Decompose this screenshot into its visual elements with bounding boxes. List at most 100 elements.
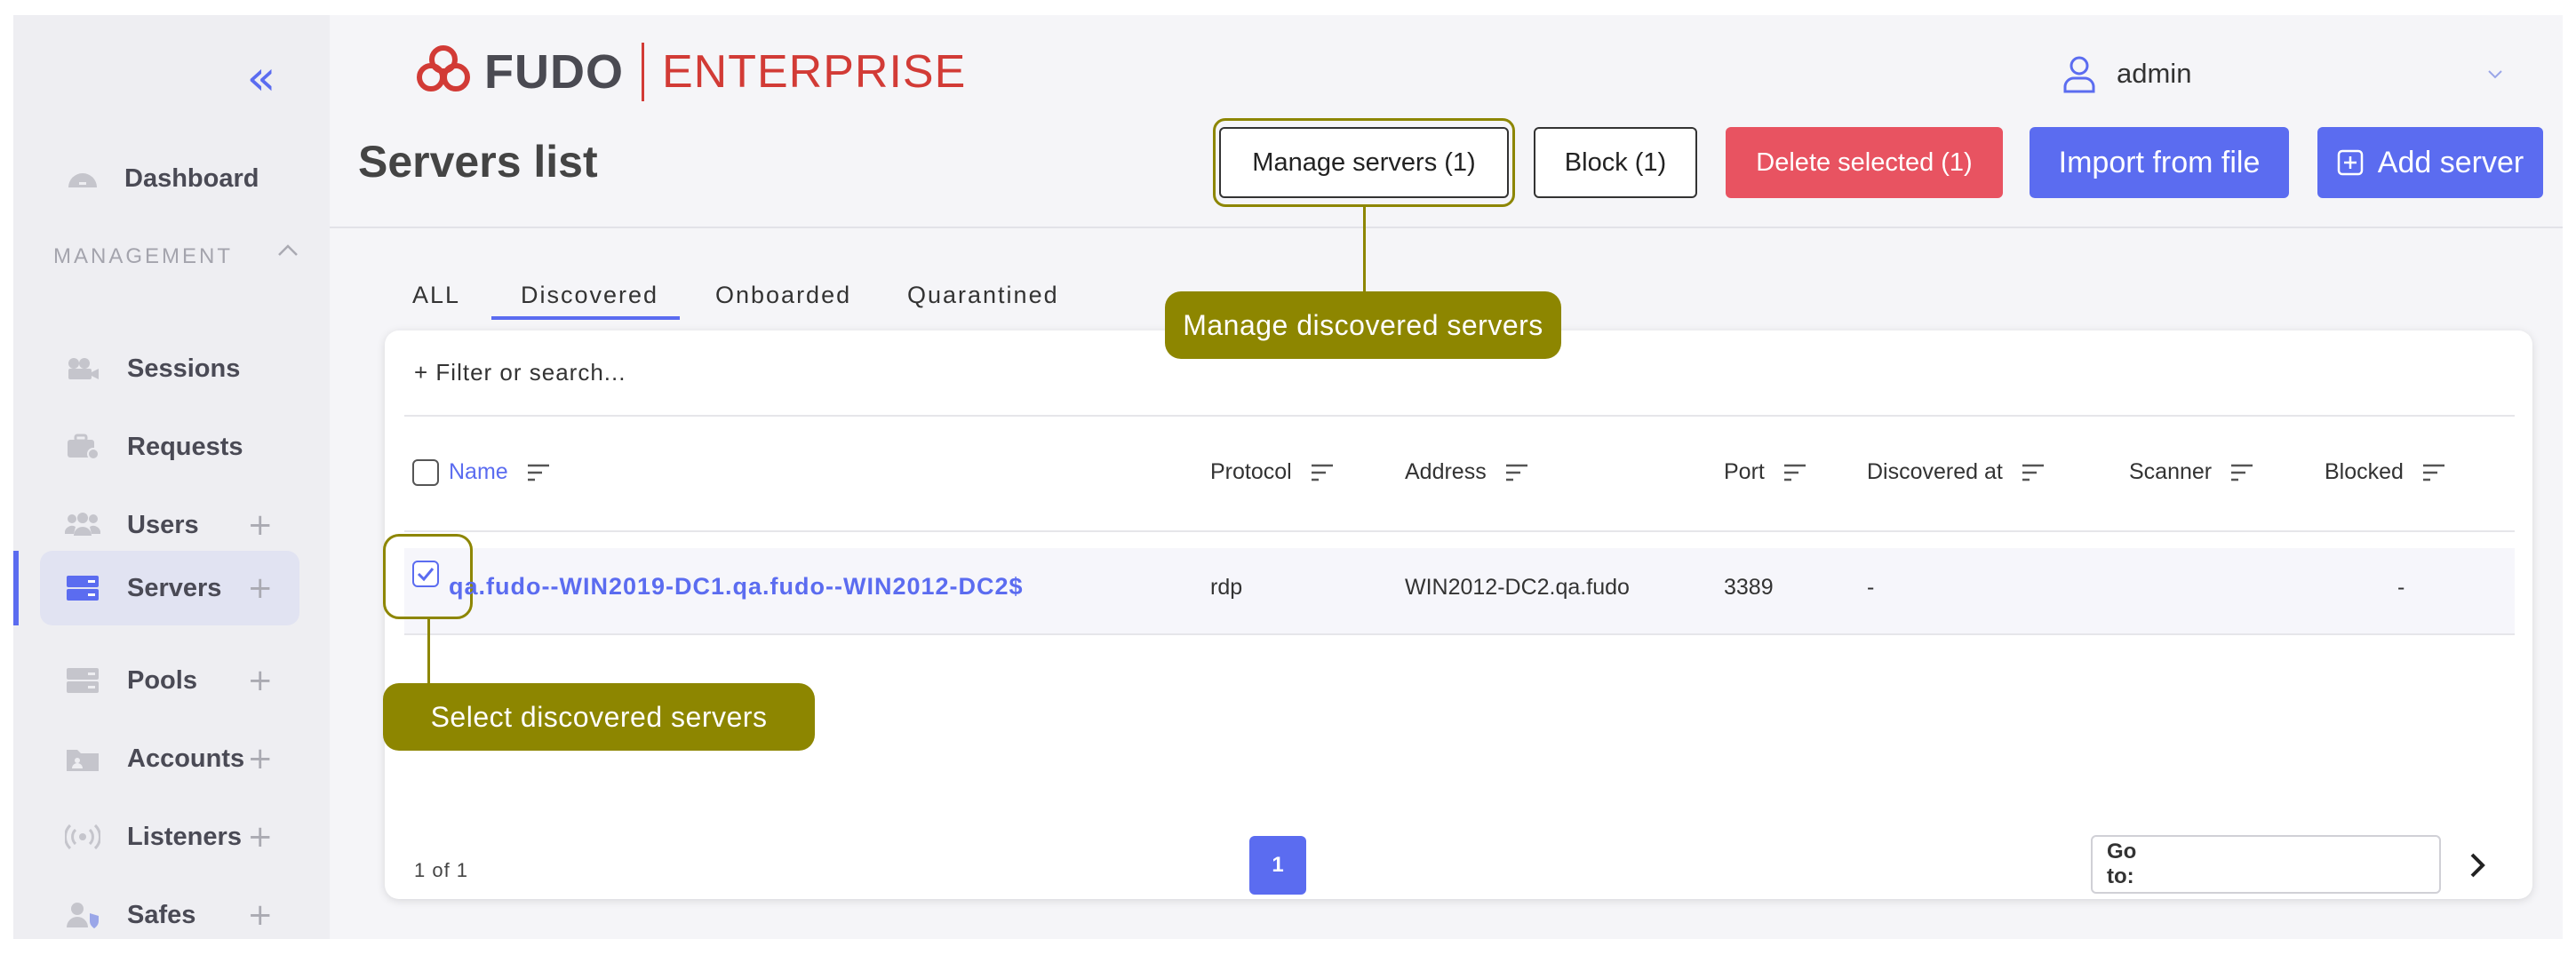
filter-divider	[404, 415, 2515, 417]
pool-icon	[67, 668, 99, 693]
sidebar-item-safes[interactable]: Safes +	[40, 878, 299, 939]
column-header-label: Discovered at	[1867, 459, 2003, 484]
briefcase-icon	[68, 434, 100, 460]
block-button[interactable]: Block (1)	[1534, 127, 1697, 198]
user-icon	[2063, 56, 2095, 93]
header-row-divider	[404, 530, 2515, 532]
column-header-label: Blocked	[2325, 459, 2404, 484]
camera-icon	[68, 358, 99, 379]
logo-separator	[641, 43, 644, 101]
column-header-blocked[interactable]: Blocked	[2325, 459, 2446, 485]
chevron-down-icon	[2488, 70, 2502, 79]
sidebar-item-servers[interactable]: Servers +	[40, 551, 299, 625]
add-icon[interactable]: +	[248, 510, 274, 540]
sidebar-item-requests[interactable]: Requests	[40, 410, 299, 484]
page-button-1[interactable]: 1	[1249, 836, 1306, 895]
sidebar-item-label: Safes	[127, 900, 196, 929]
sidebar-item-listeners[interactable]: Listeners +	[40, 800, 299, 874]
page-title: Servers list	[358, 137, 598, 187]
goto-page-input[interactable]	[2164, 852, 2439, 877]
logo-wordmark: FUDO	[484, 45, 624, 99]
users-icon	[65, 513, 100, 536]
select-all-checkbox[interactable]	[412, 459, 439, 486]
column-header-label: Address	[1405, 459, 1487, 484]
cell-discovered-at: -	[1867, 575, 1875, 600]
sidebar-item-label: Users	[127, 510, 199, 539]
cell-blocked: -	[2397, 575, 2405, 600]
sidebar-item-label: Dashboard	[124, 163, 259, 193]
pagination-summary: 1 of 1	[414, 859, 469, 881]
sort-icon[interactable]	[1504, 463, 1529, 482]
cell-port: 3389	[1724, 575, 1774, 600]
column-header-discovered-at[interactable]: Discovered at	[1867, 459, 2046, 485]
sidebar-item-accounts[interactable]: Accounts +	[40, 721, 299, 796]
user-shield-icon	[67, 903, 99, 928]
column-header-name[interactable]: Name	[449, 459, 551, 485]
active-tab-indicator	[491, 316, 680, 320]
sort-icon[interactable]	[1310, 463, 1335, 482]
cell-address: WIN2012-DC2.qa.fudo	[1405, 575, 1630, 600]
column-header-label: Protocol	[1210, 459, 1292, 484]
plus-square-icon	[2337, 149, 2364, 176]
sidebar-item-label: Accounts	[127, 744, 245, 773]
column-header-label: Port	[1724, 459, 1765, 484]
goto-page-field[interactable]: Go to:	[2091, 835, 2441, 894]
import-from-file-button[interactable]: Import from file	[2030, 127, 2289, 198]
sort-icon[interactable]	[2421, 463, 2446, 482]
sidebar-item-sessions[interactable]: Sessions	[40, 331, 299, 406]
chevron-right-icon[interactable]	[2464, 850, 2491, 880]
active-indicator	[13, 551, 19, 625]
filter-search-input[interactable]: + Filter or search...	[414, 359, 626, 386]
collapse-sidebar-icon[interactable]: «	[239, 54, 283, 102]
server-icon	[67, 576, 99, 601]
manage-servers-button[interactable]: Manage servers (1)	[1219, 127, 1509, 198]
dashboard-gauge-icon	[68, 173, 97, 187]
sidebar-item-pools[interactable]: Pools +	[40, 643, 299, 718]
add-icon[interactable]: +	[248, 900, 274, 930]
add-icon[interactable]: +	[248, 744, 274, 774]
user-name: admin	[2117, 58, 2192, 89]
sidebar-item-label: Servers	[127, 573, 222, 602]
tab-quarantined[interactable]: Quarantined	[907, 282, 1059, 309]
tab-discovered[interactable]: Discovered	[521, 282, 658, 309]
column-header-label: Name	[449, 459, 508, 484]
tab-onboarded[interactable]: Onboarded	[715, 282, 851, 309]
folder-user-icon	[67, 750, 99, 771]
section-title-management: MANAGEMENT	[53, 244, 234, 268]
column-header-port[interactable]: Port	[1724, 459, 1807, 485]
sort-icon[interactable]	[526, 463, 551, 482]
broadcast-icon	[65, 824, 100, 850]
add-server-label: Add server	[2377, 145, 2524, 179]
server-name-link[interactable]: qa.fudo--WIN2019-DC1.qa.fudo--WIN2012-DC…	[449, 573, 1024, 601]
add-icon[interactable]: +	[248, 573, 274, 603]
sort-icon[interactable]	[2229, 463, 2254, 482]
row-divider	[404, 633, 2515, 635]
app-window: « Dashboard MANAGEMENT Sessions Requests…	[13, 15, 2563, 939]
sidebar: « Dashboard MANAGEMENT Sessions Requests…	[13, 15, 330, 939]
column-header-scanner[interactable]: Scanner	[2129, 459, 2254, 485]
logo-edition: ENTERPRISE	[661, 46, 967, 98]
checkmark-icon	[417, 568, 435, 582]
header-divider	[330, 227, 2563, 228]
callout-manage-discovered: Manage discovered servers	[1165, 291, 1561, 359]
chevron-up-icon[interactable]	[275, 237, 301, 264]
column-header-protocol[interactable]: Protocol	[1210, 459, 1335, 485]
tab-all[interactable]: ALL	[412, 282, 460, 309]
goto-label: Go to:	[2107, 840, 2137, 888]
delete-selected-button[interactable]: Delete selected (1)	[1726, 127, 2003, 198]
row-select-checkbox[interactable]	[412, 561, 439, 587]
sidebar-item-dashboard[interactable]: Dashboard	[40, 141, 299, 216]
column-header-address[interactable]: Address	[1405, 459, 1529, 485]
cell-protocol: rdp	[1210, 575, 1243, 600]
add-icon[interactable]: +	[248, 665, 274, 696]
sidebar-item-label: Listeners	[127, 822, 242, 851]
add-server-button[interactable]: Add server	[2317, 127, 2543, 198]
sort-icon[interactable]	[1782, 463, 1807, 482]
user-menu[interactable]: admin	[2062, 51, 2506, 97]
sidebar-item-label: Sessions	[127, 354, 241, 383]
add-icon[interactable]: +	[248, 822, 274, 852]
sort-icon[interactable]	[2021, 463, 2046, 482]
fudo-logo: FUDO ENTERPRISE	[413, 38, 966, 106]
sidebar-item-label: Pools	[127, 665, 197, 695]
sidebar-item-label: Requests	[127, 432, 243, 461]
